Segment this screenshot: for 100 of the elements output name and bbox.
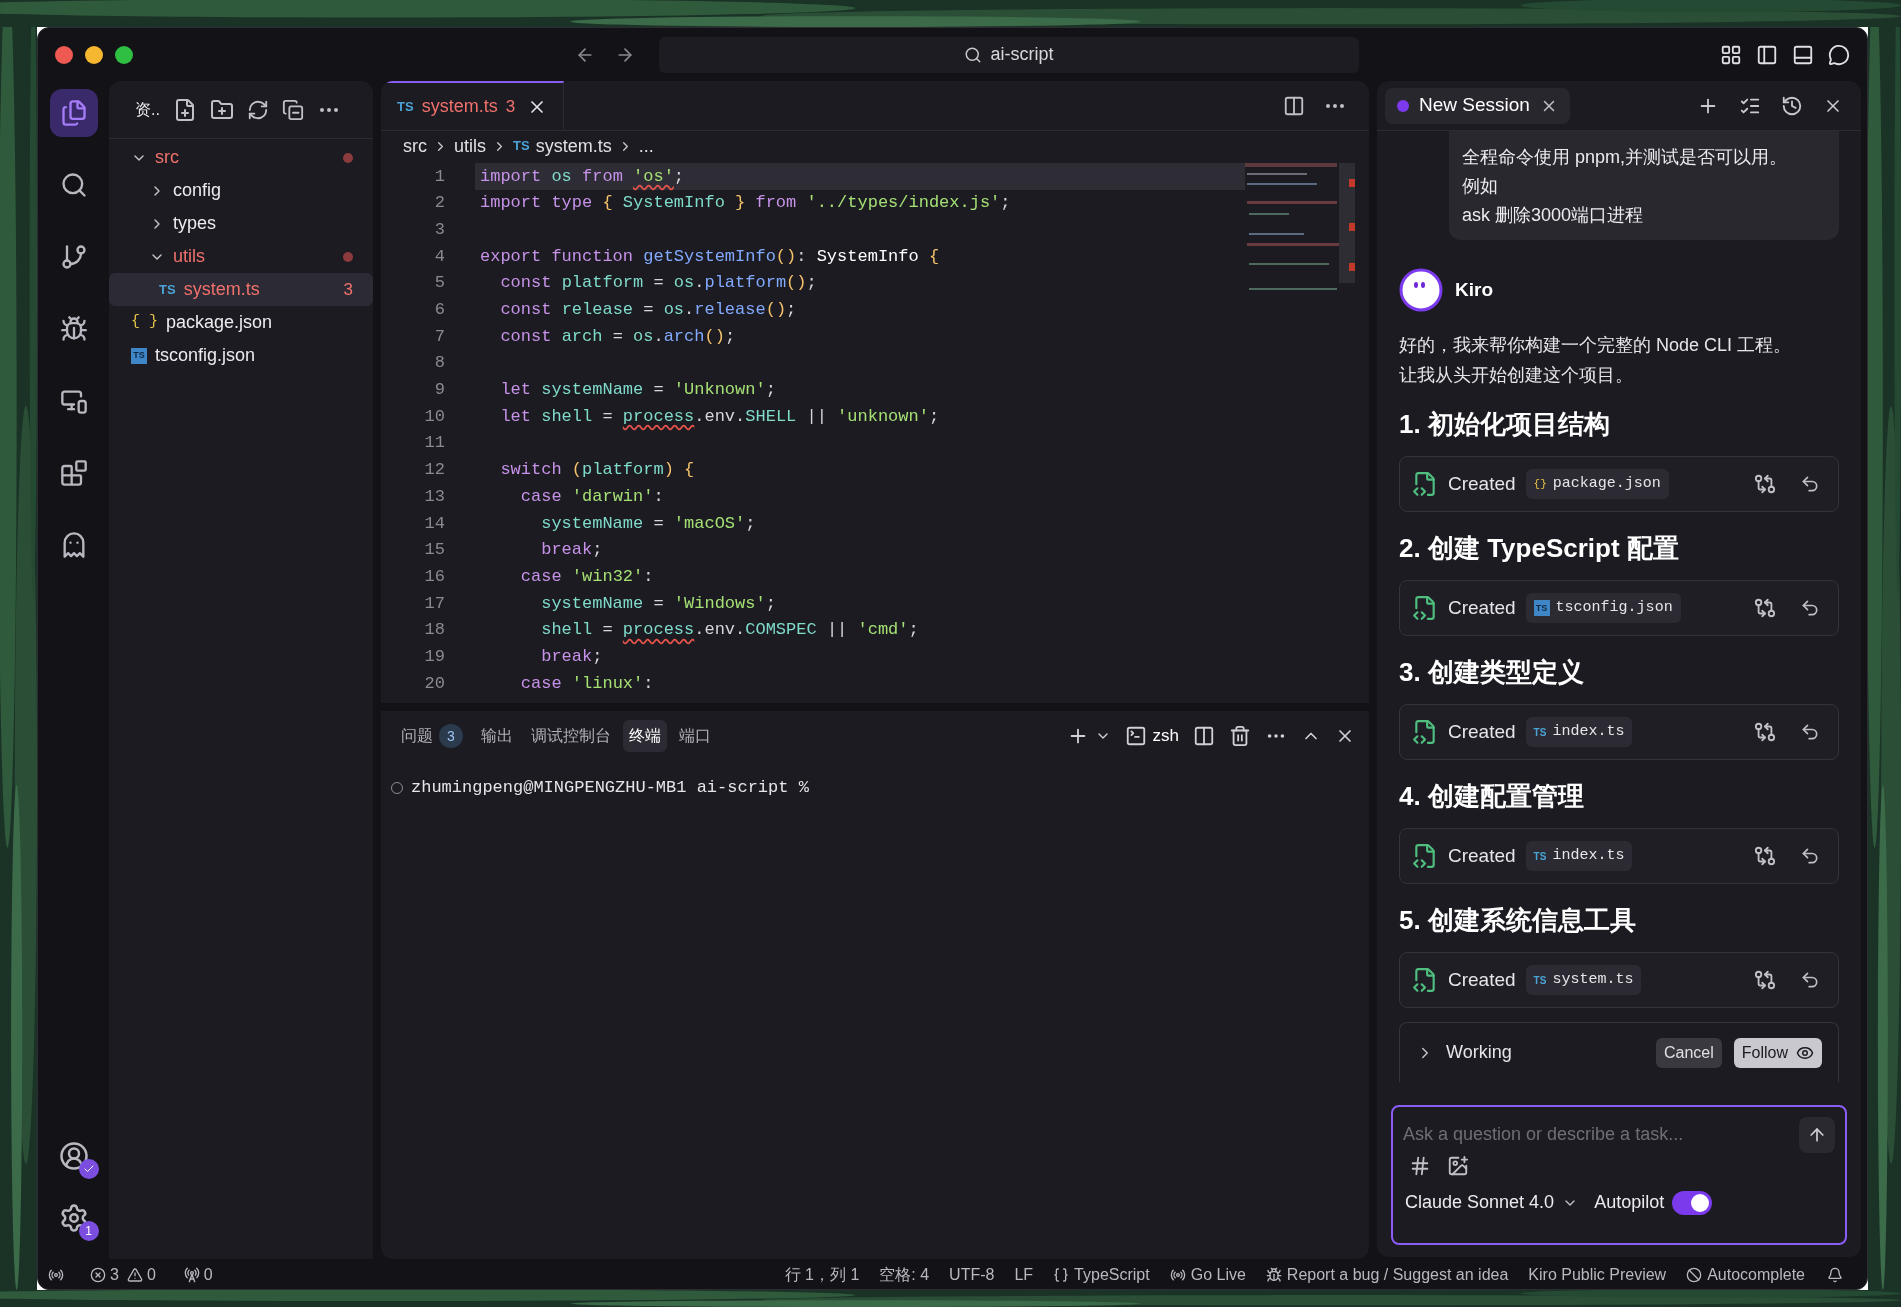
step-heading: 5. 创建系统信息工具: [1399, 904, 1637, 937]
status-item[interactable]: LF: [1014, 1263, 1034, 1287]
minimize-button[interactable]: [85, 45, 103, 64]
status-item[interactable]: Kiro Public Preview: [1528, 1263, 1667, 1287]
bug-icon[interactable]: [1265, 1267, 1282, 1283]
file-row[interactable]: { } package.json: [109, 306, 373, 339]
image-icon[interactable]: [1447, 1155, 1469, 1177]
bell-icon[interactable]: [1827, 1267, 1843, 1283]
autopilot-toggle[interactable]: [1672, 1190, 1713, 1215]
compare-icon[interactable]: [1754, 721, 1776, 743]
code-line: const platform = os.platform();: [499, 272, 818, 295]
status-item[interactable]: 空格: 4: [879, 1263, 930, 1287]
autopilot-label: Autopilot: [1594, 1191, 1665, 1214]
command-search[interactable]: ai-script: [659, 36, 1359, 73]
undo-icon[interactable]: [1800, 970, 1820, 990]
assistant-message: 好的，我来帮你构建一个完整的 Node CLI 工程。 让我从头开始创建这个项目。: [1399, 334, 1793, 387]
antenna-icon[interactable]: [183, 1267, 200, 1283]
tsconfig-icon: TS: [1533, 600, 1550, 616]
compare-icon[interactable]: [1754, 473, 1776, 495]
send-button[interactable]: [1799, 1117, 1835, 1153]
error-count[interactable]: 3: [110, 1263, 119, 1287]
assistant-name: Kiro: [1455, 277, 1493, 302]
line-number: 13: [423, 485, 445, 508]
undo-icon[interactable]: [1800, 846, 1820, 866]
trash-icon[interactable]: [1229, 725, 1251, 747]
panel-tab[interactable]: 终端: [623, 720, 667, 752]
line-number: 7: [433, 325, 445, 348]
warning-count[interactable]: 0: [146, 1263, 156, 1287]
file-row[interactable]: TS tsconfig.json: [109, 339, 373, 372]
panel-icon[interactable]: [1792, 43, 1814, 66]
braces-icon[interactable]: [1053, 1267, 1070, 1283]
hash-icon[interactable]: [1409, 1155, 1431, 1177]
broadcast-icon[interactable]: [1169, 1267, 1186, 1283]
search-text: ai-script: [990, 43, 1054, 66]
new-folder-icon[interactable]: [209, 97, 234, 122]
sidebar-icon[interactable]: [1756, 43, 1778, 66]
file-chip[interactable]: TS system.ts: [1525, 965, 1642, 995]
breadcrumb-item[interactable]: utils: [454, 132, 486, 160]
panel-tab[interactable]: 输出: [475, 720, 519, 752]
file-code-icon: [1412, 967, 1438, 993]
chat-icon[interactable]: [1828, 43, 1850, 66]
problem-count: 3: [343, 278, 353, 301]
breadcrumb-item[interactable]: src: [403, 132, 427, 160]
account-icon[interactable]: [58, 1141, 89, 1171]
folder-name: utils: [173, 245, 205, 268]
split-editor-icon[interactable]: [1283, 94, 1305, 117]
file-chip[interactable]: {} package.json: [1525, 469, 1669, 499]
step-heading: 3. 创建类型定义: [1399, 656, 1585, 689]
refresh-icon[interactable]: [246, 98, 269, 121]
session-tab[interactable]: New Session: [1385, 87, 1570, 124]
file-name: package.json: [1552, 473, 1661, 494]
compare-icon[interactable]: [1754, 597, 1776, 619]
activity-item[interactable]: [49, 89, 98, 137]
breadcrumb-item[interactable]: system.ts: [535, 132, 612, 160]
status-item[interactable]: Go Live: [1190, 1263, 1246, 1287]
breadcrumb-item[interactable]: ...: [638, 132, 654, 160]
ban-icon[interactable]: [1686, 1267, 1703, 1283]
close-button[interactable]: [55, 45, 73, 64]
status-item[interactable]: Report a bug / Suggest an idea: [1286, 1263, 1509, 1287]
folder-row[interactable]: utils: [109, 240, 373, 273]
action-label: Created: [1448, 967, 1516, 992]
line-number: 9: [433, 379, 445, 402]
file-chip[interactable]: TS index.ts: [1525, 717, 1633, 747]
typescript-icon: TS: [1533, 848, 1547, 864]
file-code-icon: [1412, 843, 1438, 869]
panel-tab[interactable]: 端口: [673, 720, 717, 752]
history-icon[interactable]: [1781, 94, 1803, 117]
panel-tab[interactable]: 问题 3: [395, 720, 469, 752]
file-row[interactable]: TS system.ts 3: [109, 273, 373, 306]
status-item[interactable]: Autocomplete: [1707, 1263, 1805, 1287]
undo-icon[interactable]: [1800, 722, 1820, 742]
terminal-line: zhumingpeng@MINGPENGZHU-MB1 ai-script %: [411, 777, 809, 799]
folder-row[interactable]: config: [109, 174, 373, 207]
status-item[interactable]: 行 1，列 1: [784, 1263, 860, 1287]
folder-row[interactable]: types: [109, 207, 373, 240]
undo-icon[interactable]: [1800, 474, 1820, 494]
file-chip[interactable]: TS index.ts: [1525, 841, 1633, 871]
compare-icon[interactable]: [1754, 969, 1776, 991]
undo-icon[interactable]: [1800, 598, 1820, 618]
message-input[interactable]: Ask a question or describe a task...: [1403, 1121, 1799, 1148]
follow-button[interactable]: Follow: [1733, 1037, 1822, 1068]
status-item[interactable]: UTF-8: [949, 1263, 995, 1287]
folder-name: src: [155, 146, 179, 169]
collapse-icon[interactable]: [281, 98, 304, 121]
split-terminal-icon[interactable]: [1193, 725, 1215, 747]
status-item[interactable]: TypeScript: [1074, 1263, 1150, 1287]
model-selector[interactable]: Claude Sonnet 4.0: [1405, 1189, 1555, 1216]
cancel-button[interactable]: Cancel: [1655, 1037, 1722, 1068]
maximize-button[interactable]: [115, 45, 133, 64]
file-chip[interactable]: TS tsconfig.json: [1525, 593, 1681, 623]
port-count[interactable]: 0: [203, 1263, 213, 1287]
folder-row[interactable]: src: [109, 141, 373, 174]
layout-icon[interactable]: [1720, 43, 1742, 66]
panel-tab[interactable]: 调试控制台: [525, 720, 617, 752]
error-icon[interactable]: [90, 1267, 106, 1283]
warning-icon[interactable]: [126, 1267, 143, 1283]
shell-selector[interactable]: zsh: [1124, 723, 1179, 749]
compare-icon[interactable]: [1754, 845, 1776, 867]
remote-icon[interactable]: [48, 1267, 64, 1283]
braces-icon: {}: [1533, 475, 1547, 493]
